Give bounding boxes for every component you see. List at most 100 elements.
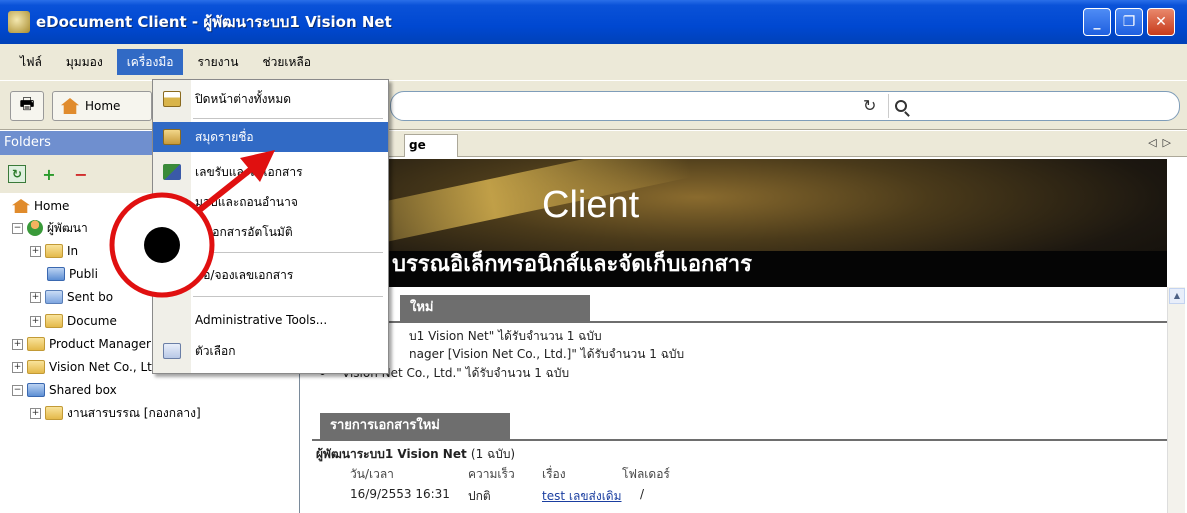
documents-folder-icon (45, 314, 63, 328)
banner-subtitle-strip: บรรณอิเล็กทรอนิกส์และจัดเก็บเอกสาร (312, 251, 1167, 287)
collapse-icon[interactable]: − (12, 384, 23, 396)
tree-item-shared-box[interactable]: − Shared box (12, 379, 117, 401)
menu-item-doc-numbers[interactable]: เลขรับและส่งเอกสาร (153, 157, 388, 187)
add-folder-button[interactable]: + (40, 165, 58, 184)
tab-home-page[interactable]: ge (404, 134, 458, 157)
menu-item-label: เลขรับและส่งเอกสาร (195, 164, 303, 179)
menu-item-label: ปิดหน้าต่างทั้งหมด (195, 91, 292, 106)
remove-folder-button[interactable]: − (72, 165, 90, 184)
home-button[interactable]: Home (52, 91, 152, 121)
public-folder-icon (47, 267, 65, 281)
printer-icon: 🖶 (19, 93, 35, 113)
menu-report[interactable]: รายงาน (187, 49, 248, 75)
menu-tools[interactable]: เครื่องมือ (116, 49, 184, 75)
search-icon (895, 100, 907, 112)
expand-icon[interactable]: + (30, 407, 41, 419)
tree-item-inbox[interactable]: + In (30, 240, 78, 262)
tree-item-vision-net[interactable]: + Vision Net Co., Ltd. (12, 356, 163, 378)
shared-folder-icon (45, 406, 63, 420)
tree-item-user[interactable]: − ผู้พัฒนา (12, 217, 88, 239)
menu-item-label: สมุดรายชื่อ (195, 129, 254, 144)
new-item-line: บ1 Vision Net" ได้รับจำนวน 1 ฉบับ (409, 329, 602, 343)
menu-item-options[interactable]: ตัวเลือก (153, 336, 388, 366)
tree-item-label: Vision Net Co., Ltd. (49, 360, 164, 374)
menu-item-auto-send[interactable]: ส่งเอกสารอัตโนมัติ (153, 217, 388, 247)
new-item-line: nager [Vision Net Co., Ltd.]" ได้รับจำนว… (409, 347, 685, 361)
expand-icon[interactable]: + (30, 315, 41, 327)
app-icon (8, 11, 30, 33)
vertical-scrollbar[interactable]: ▲ (1167, 287, 1185, 513)
row-datetime: 16/9/2553 16:31 (350, 487, 450, 501)
menu-item-admin-tools[interactable]: Administrative Tools... (153, 305, 388, 335)
section-divider (312, 439, 1167, 441)
section-divider (312, 321, 1167, 323)
menu-item-label: มอบและถอนอำนาจ (195, 194, 298, 209)
menu-view[interactable]: มุมมอง (56, 49, 113, 75)
row-folder: / (640, 487, 645, 501)
close-windows-icon (163, 91, 181, 107)
home-label: Home (85, 99, 121, 113)
collapse-icon[interactable]: − (12, 222, 23, 234)
group-count: (1 ฉบับ) (470, 447, 516, 461)
tab-scroll-arrows[interactable]: ◁▷ (1148, 136, 1177, 149)
welcome-banner: ment Client บรรณอิเล็กทรอนิกส์และจัดเก็บ… (312, 159, 1167, 287)
restore-button[interactable]: ❐ (1115, 8, 1143, 36)
column-folder: โฟลเดอร์ (622, 467, 670, 481)
auto-send-icon (163, 224, 181, 240)
tree-item-label: Shared box (49, 383, 117, 397)
home-icon (12, 199, 30, 213)
minimize-button[interactable]: _ (1083, 8, 1111, 36)
window-title: eDocument Client - ผู้พัฒนาระบบ1 Vision … (36, 13, 392, 31)
menu-item-close-all-windows[interactable]: ปิดหน้าต่างทั้งหมด (153, 84, 388, 114)
column-subject: เรื่อง (542, 467, 566, 481)
menu-item-reserve-number[interactable]: ขอ/จองเลขเอกสาร (153, 260, 388, 290)
tree-item-label: In (67, 244, 79, 258)
close-button[interactable]: ✕ (1147, 8, 1175, 36)
column-speed: ความเร็ว (468, 467, 515, 481)
print-button[interactable]: 🖶 (10, 91, 44, 121)
tree-item-label: Sent bo (67, 290, 114, 304)
row-subject-link[interactable]: test เลขส่งเดิม (542, 487, 622, 506)
group-name: ผู้พัฒนาระบบ1 Vision Net (316, 447, 467, 461)
reserve-number-icon (163, 267, 181, 283)
refresh-icon[interactable]: ↻ (863, 96, 876, 115)
expand-icon[interactable]: + (30, 291, 41, 303)
menu-separator (193, 296, 383, 297)
tree-item-central-office[interactable]: + งานสารบรรณ [กองกลาง] (30, 402, 201, 424)
banner-subtitle: บรรณอิเล็กทรอนิกส์และจัดเก็บเอกสาร (392, 252, 752, 277)
menu-help[interactable]: ช่วยเหลือ (252, 49, 321, 75)
menu-item-label: Administrative Tools... (195, 313, 328, 327)
expand-icon[interactable]: + (12, 338, 23, 350)
address-bar[interactable]: ↻ (390, 91, 1180, 121)
menu-bar: ไฟล์ มุมมอง เครื่องมือ รายงาน ช่วยเหลือ (0, 44, 1187, 80)
tree-item-label: งานสารบรรณ [กองกลาง] (67, 405, 201, 420)
column-date: วัน/เวลา (350, 467, 394, 481)
new-items-header: ใหม่ (400, 295, 590, 321)
main-content: ใหม่ บ1 Vision Net" ได้รับจำนวน 1 ฉบับ n… (312, 287, 1167, 513)
search-input[interactable] (888, 94, 1178, 118)
tree-item-sent[interactable]: + Sent bo (30, 286, 113, 308)
window-controls: _ ❐ ✕ (1083, 8, 1175, 36)
menu-item-label: ขอ/จองเลขเอกสาร (195, 267, 294, 282)
row-speed: ปกติ (468, 489, 491, 503)
menu-file[interactable]: ไฟล์ (10, 49, 52, 75)
new-documents-header: รายการเอกสารใหม่ (320, 413, 510, 439)
options-icon (163, 343, 181, 359)
expand-icon[interactable]: + (12, 361, 23, 373)
tree-item-home[interactable]: Home (12, 195, 69, 217)
menu-separator (193, 252, 383, 253)
admin-tools-icon (163, 312, 181, 328)
group-title: ผู้พัฒนาระบบ1 Vision Net (1 ฉบับ) (316, 445, 515, 464)
expand-icon[interactable]: + (30, 245, 41, 257)
shared-box-icon (27, 383, 45, 397)
scroll-up-icon[interactable]: ▲ (1169, 288, 1185, 304)
menu-item-address-book[interactable]: สมุดรายชื่อ (153, 122, 388, 152)
menu-item-delegate[interactable]: มอบและถอนอำนาจ (153, 187, 388, 217)
banner-logo-client: Client (542, 184, 640, 226)
refresh-folders-button[interactable]: ↻ (8, 165, 26, 183)
tree-item-documents[interactable]: + Docume (30, 310, 117, 332)
tree-item-public[interactable]: Publi (47, 263, 98, 285)
menu-separator (193, 118, 383, 119)
tree-item-label: ผู้พัฒนา (47, 220, 88, 235)
menu-item-label: ตัวเลือก (195, 343, 236, 358)
